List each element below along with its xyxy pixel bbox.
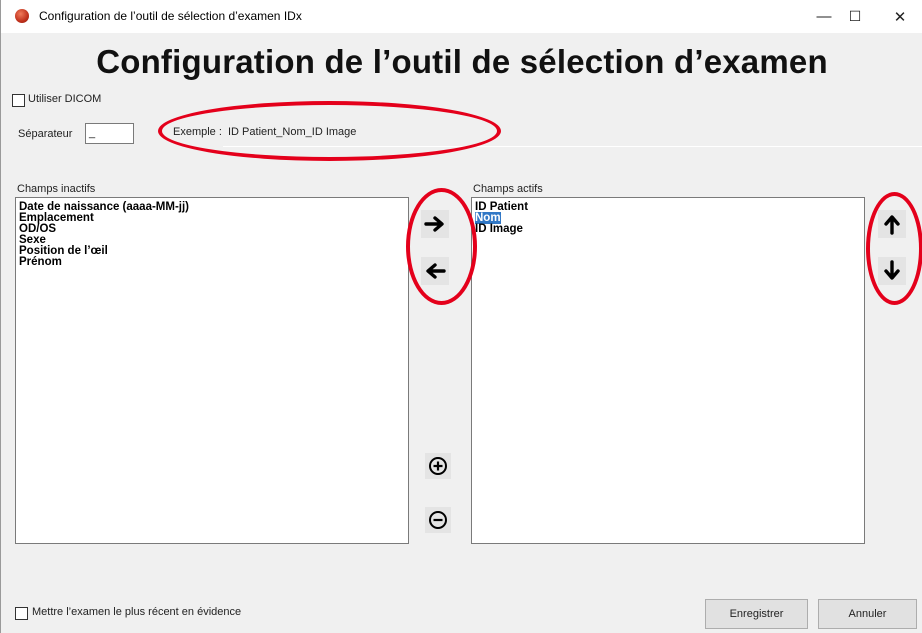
close-button[interactable]: ✕	[877, 0, 922, 33]
list-item[interactable]: Position de l’œil	[16, 245, 408, 257]
add-field-button[interactable]	[425, 453, 451, 479]
page-title: Configuration de l’outil de sélection d’…	[96, 43, 828, 80]
list-item[interactable]: OD/OS	[16, 223, 408, 235]
dicom-label: Utiliser DICOM	[28, 93, 102, 105]
maximize-button[interactable]: ☐	[832, 0, 878, 33]
inactive-fields-list[interactable]: Date de naissance (aaaa-MM-jj) Emplaceme…	[15, 197, 409, 544]
highlight-recent-label: Mettre l’examen le plus récent en éviden…	[32, 606, 242, 618]
active-fields-list[interactable]: ID Patient Nom ID Image	[471, 197, 865, 544]
separator-input[interactable]: _	[85, 123, 134, 144]
annotation-ellipse	[866, 192, 922, 305]
minus-circle-icon	[429, 511, 447, 529]
save-button[interactable]: Enregistrer	[705, 599, 808, 629]
cancel-button[interactable]: Annuler	[818, 599, 917, 629]
list-item[interactable]: Emplacement	[16, 212, 408, 224]
dicom-checkbox[interactable]	[12, 94, 25, 107]
separator-label: Séparateur	[18, 128, 73, 140]
app-icon	[15, 9, 29, 23]
dialog-window: Configuration de l’outil de sélection d’…	[0, 0, 922, 633]
annotation-ellipse	[158, 101, 501, 161]
active-fields-label: Champs actifs	[473, 183, 543, 195]
title-bar: Configuration de l’outil de sélection d’…	[1, 0, 922, 33]
list-item-selected[interactable]: Nom	[472, 212, 864, 224]
window-title: Configuration de l’outil de sélection d’…	[39, 9, 302, 23]
list-item[interactable]: Prénom	[16, 256, 408, 268]
inactive-fields-label: Champs inactifs	[17, 183, 96, 195]
remove-field-button[interactable]	[425, 507, 451, 533]
plus-circle-icon	[429, 457, 447, 475]
highlight-recent-checkbox[interactable]	[15, 607, 28, 620]
annotation-ellipse	[406, 188, 477, 305]
list-item[interactable]: ID Patient	[472, 201, 864, 213]
list-item[interactable]: ID Image	[472, 223, 864, 235]
